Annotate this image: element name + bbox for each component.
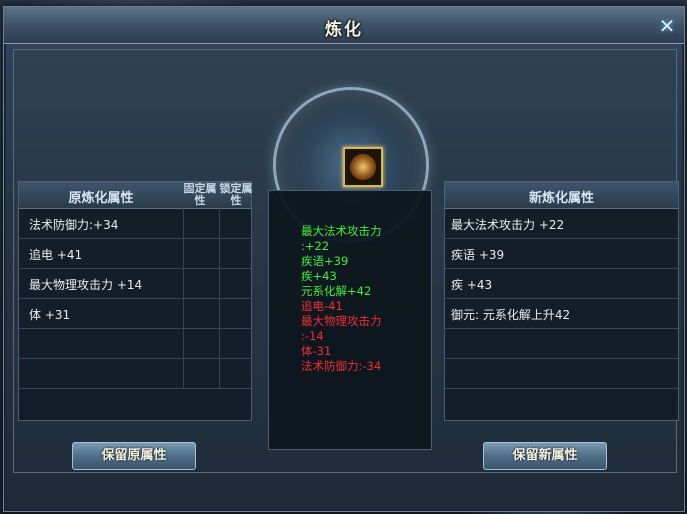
original-attributes-title: 原炼化属性 [68, 191, 134, 206]
attribute-diff-panel: 最大法术攻击力 :+22 疾语+39 疾+43 元系化解+42 追电-41 最大… [268, 190, 432, 450]
keep-original-button[interactable]: 保留原属性 [72, 442, 196, 470]
diff-line: 元系化解+42 [301, 284, 372, 298]
original-attributes-panel: 原炼化属性 固定属性 锁定属性 法术防御力:+34 追电 +41 最大物理攻击力… [18, 181, 253, 421]
equipment-slot[interactable] [343, 147, 383, 187]
original-attribute-row: 追电 +41 [19, 239, 251, 269]
attribute-text: 体 +31 [29, 308, 71, 322]
attribute-text: 御元: 元系化解上升42 [451, 308, 571, 322]
fixed-attribute-column-header: 固定属性 [183, 182, 217, 207]
original-attributes-header: 原炼化属性 固定属性 锁定属性 [19, 182, 253, 209]
keep-new-button[interactable]: 保留新属性 [483, 442, 607, 470]
original-attribute-row [19, 329, 251, 359]
diff-line: 疾+43 [301, 269, 337, 283]
new-attribute-row: 疾语 +39 [445, 239, 678, 269]
refine-dialog: 炼化 ✕ 原炼化属性 固定属性 锁定属性 法术防御力:+34 追电 +41 最大… [3, 6, 685, 512]
new-attribute-row: 疾 +43 [445, 269, 678, 299]
new-attributes-title: 新炼化属性 [528, 191, 594, 206]
attribute-text: 最大物理攻击力 +14 [29, 278, 143, 292]
original-attribute-row: 体 +31 [19, 299, 251, 329]
diff-line: 疾语+39 [301, 254, 349, 268]
close-icon[interactable]: ✕ [656, 15, 678, 37]
new-attribute-row [445, 329, 678, 359]
original-attribute-row: 法术防御力:+34 [19, 209, 251, 239]
diff-line: 追电-41 [301, 299, 343, 313]
new-attribute-row: 御元: 元系化解上升42 [445, 299, 678, 329]
attribute-text: 疾语 +39 [451, 248, 505, 262]
title-bar: 炼化 ✕ [4, 7, 684, 44]
new-attribute-row [445, 359, 678, 389]
diff-line: :+22 [301, 239, 330, 253]
diff-line: 最大法术攻击力 [301, 224, 382, 238]
equipment-icon [350, 154, 376, 180]
original-attribute-row: 最大物理攻击力 +14 [19, 269, 251, 299]
diff-line: :-14 [301, 329, 324, 343]
new-attributes-panel: 新炼化属性 最大法术攻击力 +22 疾语 +39 疾 +43 御元: 元系化解上… [444, 181, 679, 421]
attribute-text: 追电 +41 [29, 248, 83, 262]
attribute-text: 法术防御力:+34 [29, 218, 119, 232]
attribute-text: 疾 +43 [451, 278, 493, 292]
new-attribute-row: 最大法术攻击力 +22 [445, 209, 678, 239]
diff-line: 法术防御力:-34 [301, 359, 382, 373]
locked-attribute-column-header: 锁定属性 [219, 182, 253, 207]
attribute-text: 最大法术攻击力 +22 [451, 218, 565, 232]
new-attributes-header: 新炼化属性 [445, 182, 678, 209]
content-area: 原炼化属性 固定属性 锁定属性 法术防御力:+34 追电 +41 最大物理攻击力… [13, 49, 679, 473]
diff-line: 体-31 [301, 344, 332, 358]
dialog-title: 炼化 [325, 20, 363, 40]
diff-line: 最大物理攻击力 [301, 314, 382, 328]
original-attribute-row [19, 359, 251, 389]
